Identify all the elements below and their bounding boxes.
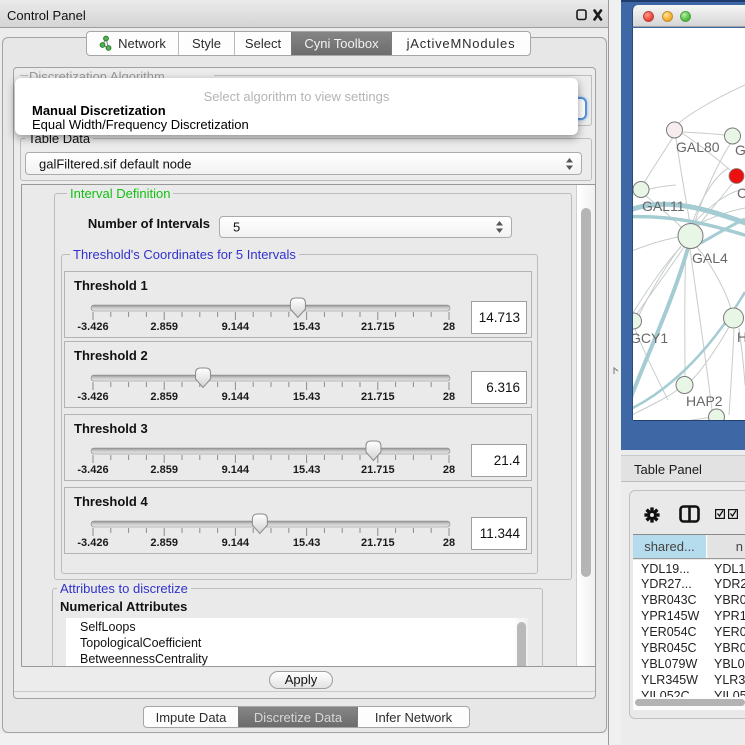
svg-text:GAL4: GAL4: [692, 250, 728, 266]
svg-text:H: H: [737, 329, 745, 345]
svg-text:G.: G.: [735, 142, 745, 158]
svg-text:GCY1: GCY1: [633, 330, 668, 346]
svg-text:HAP2: HAP2: [686, 393, 723, 409]
svg-text:GAL11: GAL11: [642, 198, 685, 214]
svg-text:C: C: [737, 185, 745, 201]
svg-text:GAL80: GAL80: [676, 139, 720, 155]
